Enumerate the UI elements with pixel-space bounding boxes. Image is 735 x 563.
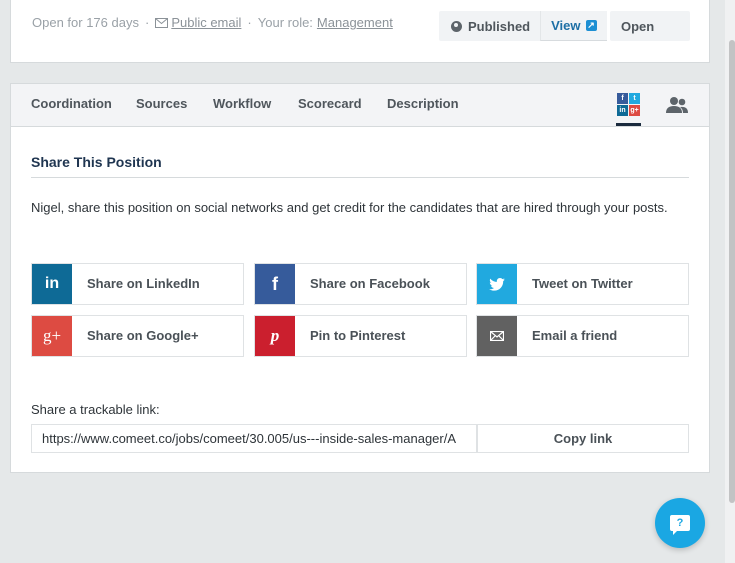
published-status[interactable]: Published [439, 11, 540, 41]
linkedin-mini-icon: in [617, 105, 628, 116]
tab-team-icon[interactable] [666, 96, 688, 114]
pinterest-icon: p [255, 316, 295, 356]
share-title: Share This Position [31, 155, 689, 178]
open-label: Open [621, 18, 655, 34]
separator: · [144, 15, 150, 30]
public-email-link[interactable]: Public email [171, 15, 241, 30]
tab-social-share[interactable]: f t in g+ [616, 93, 642, 126]
share-google-plus-button[interactable]: g+ Share on Google+ [31, 315, 244, 357]
twitter-bird-icon [489, 277, 505, 291]
email-friend-label: Email a friend [532, 328, 618, 343]
email-friend-button[interactable]: Email a friend [476, 315, 689, 357]
tweet-twitter-button[interactable]: Tweet on Twitter [476, 263, 689, 305]
copy-link-button[interactable]: Copy link [477, 424, 689, 453]
linkedin-icon: in [32, 264, 72, 304]
mail-icon [155, 17, 169, 28]
tab-workflow[interactable]: Workflow [213, 84, 271, 126]
share-card: Coordination Sources Workflow Scorecard … [10, 83, 710, 473]
tab-scorecard[interactable]: Scorecard [298, 84, 362, 126]
publish-status-group: Published View ↗ [439, 11, 607, 41]
page: Open for 176 days · Public email · Your … [0, 0, 735, 563]
published-label: Published [468, 18, 531, 34]
envelope-icon [490, 331, 504, 341]
share-content: Share This Position Nigel, share this po… [11, 155, 709, 215]
share-linkedin-label: Share on LinkedIn [87, 276, 200, 291]
open-duration: Open for 176 days [32, 15, 139, 30]
tab-coordination[interactable]: Coordination [31, 84, 112, 126]
google-plus-mini-icon: g+ [629, 105, 640, 116]
twitter-icon [477, 264, 517, 304]
tab-bar: Coordination Sources Workflow Scorecard … [11, 84, 709, 127]
active-tab-indicator [616, 123, 641, 126]
open-status-button[interactable]: Open [610, 11, 690, 41]
google-plus-icon: g+ [32, 316, 72, 356]
help-bubble-icon: ? [670, 515, 690, 535]
view-label: View [551, 18, 581, 33]
share-google-plus-label: Share on Google+ [87, 328, 199, 343]
position-header-card: Open for 176 days · Public email · Your … [10, 0, 710, 63]
share-facebook-label: Share on Facebook [310, 276, 430, 291]
separator: · [247, 15, 252, 30]
role-label: Your role: [257, 15, 313, 30]
share-linkedin-button[interactable]: in Share on LinkedIn [31, 263, 244, 305]
trackable-link-label: Share a trackable link: [31, 402, 160, 417]
twitter-mini-icon: t [629, 93, 640, 104]
external-link-icon: ↗ [585, 20, 597, 31]
facebook-icon: f [255, 264, 295, 304]
tab-sources[interactable]: Sources [136, 84, 187, 126]
share-facebook-button[interactable]: f Share on Facebook [254, 263, 467, 305]
globe-icon [451, 20, 462, 32]
pin-pinterest-label: Pin to Pinterest [310, 328, 406, 343]
help-chat-button[interactable]: ? [655, 498, 705, 548]
position-meta: Open for 176 days · Public email · Your … [32, 15, 393, 30]
view-button[interactable]: View ↗ [540, 11, 607, 41]
social-grid-icon: f t in g+ [617, 93, 640, 116]
tab-description[interactable]: Description [387, 84, 459, 126]
tweet-twitter-label: Tweet on Twitter [532, 276, 633, 291]
role-link[interactable]: Management [317, 15, 393, 30]
email-icon [477, 316, 517, 356]
pin-pinterest-button[interactable]: p Pin to Pinterest [254, 315, 467, 357]
share-intro: Nigel, share this position on social net… [31, 200, 668, 215]
scrollbar-thumb[interactable] [729, 40, 735, 503]
facebook-mini-icon: f [617, 93, 628, 104]
trackable-link-input[interactable]: https://www.comeet.co/jobs/comeet/30.005… [31, 424, 477, 453]
